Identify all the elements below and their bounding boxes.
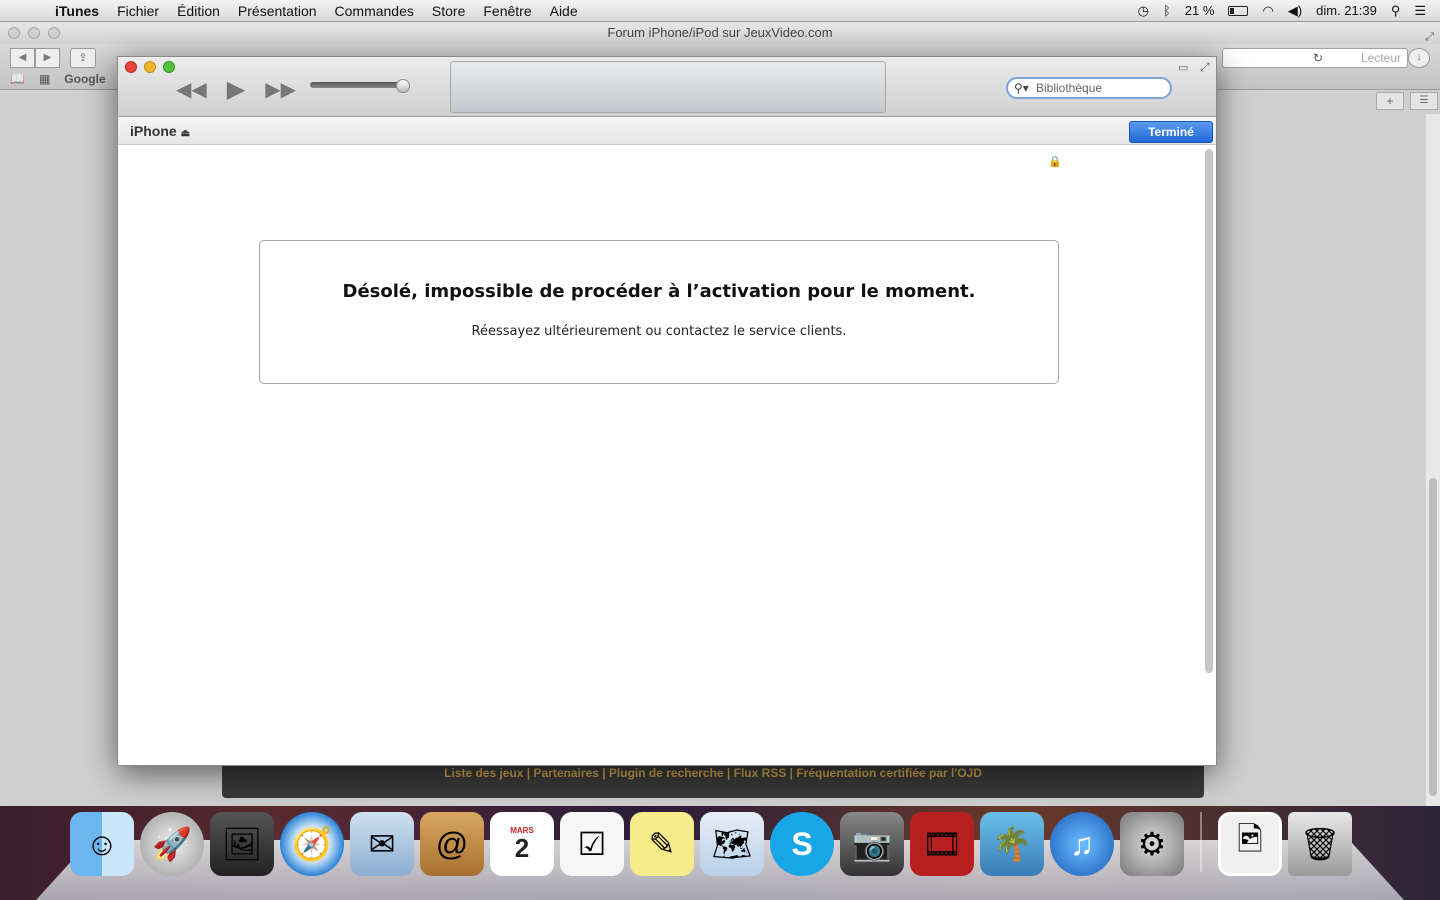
itunes-window: ◀◀ ▶ ▶▶ ⚲▾ Bibliothèque ▭ ⤢ iPhone ⏏ Term…	[117, 56, 1217, 766]
safari-window-title: Forum iPhone/iPod sur JeuxVideo.com	[607, 25, 833, 40]
volume-icon[interactable]: ◀)	[1288, 3, 1302, 19]
iphoto-icon[interactable]: 🌴	[980, 812, 1044, 876]
page-footer-links[interactable]: Liste des jeux | Partenaires | Plugin de…	[222, 764, 1204, 798]
menu-presentation[interactable]: Présentation	[229, 3, 326, 19]
dock-separator	[1200, 812, 1202, 872]
activation-content: 🔒 Désolé, impossible de procéder à l’act…	[118, 145, 1216, 765]
fast-forward-icon[interactable]: ▶▶	[265, 77, 296, 102]
error-subtitle: Réessayez ultérieurement ou contactez le…	[471, 324, 847, 339]
reading-list-icon[interactable]: 📖	[10, 72, 25, 86]
menu-bar: iTunes Fichier Édition Présentation Comm…	[0, 0, 1440, 22]
zoom-button[interactable]	[163, 61, 175, 73]
finder-icon[interactable]: ☺	[70, 812, 134, 876]
reminders-icon[interactable]: ☑	[560, 812, 624, 876]
menu-aide[interactable]: Aide	[541, 3, 587, 19]
notes-icon[interactable]: ✎	[630, 812, 694, 876]
rewind-icon[interactable]: ◀◀	[176, 77, 207, 102]
menu-store[interactable]: Store	[423, 3, 474, 19]
volume-slider[interactable]	[310, 82, 410, 88]
clock[interactable]: dim. 21:39	[1316, 3, 1377, 18]
safari-minimize-button[interactable]	[28, 27, 40, 39]
calendar-icon[interactable]: MARS 2	[490, 812, 554, 876]
skype-icon[interactable]: S	[770, 812, 834, 876]
safari-scroll-thumb[interactable]	[1429, 478, 1437, 796]
dock: ☺ 🚀 🖼 🧭 ✉ @ MARS 2 ☑ ✎ 🗺 S 📷 🎞 🌴 ♫ ⚙ 🖻 🗑	[70, 812, 1352, 876]
photo-booth-icon[interactable]: 🎞	[910, 812, 974, 876]
bookmarks-bar: 📖 ▦ Google	[10, 72, 106, 86]
sidebar-toggle-button[interactable]: ☰	[1410, 92, 1438, 110]
forward-button[interactable]: ▶	[35, 48, 60, 68]
menu-edition[interactable]: Édition	[168, 3, 229, 19]
menu-extras: ◷ ᛒ 21 % ◠ ◀) dim. 21:39 ⚲ ☰	[1138, 3, 1440, 19]
facetime-icon[interactable]: 📷	[840, 812, 904, 876]
wifi-icon[interactable]: ◠	[1262, 3, 1273, 19]
safari-nav-buttons: ◀ ▶	[10, 48, 60, 68]
fullscreen-icon[interactable]: ⤢	[1200, 60, 1210, 75]
new-tab-button[interactable]: +	[1376, 92, 1404, 110]
safari-scrollbar[interactable]	[1426, 114, 1440, 806]
system-preferences-icon[interactable]: ⚙	[1120, 812, 1184, 876]
search-icon: ⚲▾	[1014, 81, 1029, 95]
notification-center-icon[interactable]: ☰	[1414, 3, 1426, 19]
itunes-icon[interactable]: ♫	[1050, 812, 1114, 876]
device-bar: iPhone ⏏ Terminé	[118, 117, 1216, 145]
minimize-button[interactable]	[144, 61, 156, 73]
reader-button[interactable]: Lecteur	[1361, 49, 1401, 67]
downloads-stack-icon[interactable]: 🖻	[1218, 812, 1282, 876]
back-button[interactable]: ◀	[10, 48, 35, 68]
downloads-icon[interactable]: ↓	[1408, 48, 1430, 68]
eject-icon[interactable]: ⏏	[181, 128, 190, 139]
mail-icon[interactable]: ✉	[350, 812, 414, 876]
top-sites-icon[interactable]: ▦	[39, 72, 50, 86]
volume-knob[interactable]	[396, 79, 410, 93]
search-placeholder: Bibliothèque	[1036, 81, 1103, 95]
maps-icon[interactable]: 🗺	[700, 812, 764, 876]
menu-commandes[interactable]: Commandes	[326, 3, 423, 19]
reader-field[interactable]: ↻ Lecteur	[1222, 48, 1408, 68]
error-title: Désolé, impossible de procéder à l’activ…	[342, 281, 976, 302]
device-name[interactable]: iPhone ⏏	[130, 123, 190, 139]
launchpad-icon[interactable]: 🚀	[140, 812, 204, 876]
safari-window-controls	[8, 27, 60, 39]
bluetooth-icon[interactable]: ᛒ	[1163, 3, 1171, 18]
battery-icon[interactable]	[1228, 5, 1249, 16]
done-button[interactable]: Terminé	[1129, 121, 1213, 143]
content-scrollbar[interactable]	[1205, 149, 1213, 673]
reload-icon[interactable]: ↻	[1313, 49, 1323, 67]
close-button[interactable]	[125, 61, 137, 73]
device-label: iPhone	[130, 123, 177, 139]
safari-titlebar: Forum iPhone/iPod sur JeuxVideo.com ⤢	[0, 22, 1440, 44]
menu-app-itunes[interactable]: iTunes	[46, 3, 108, 19]
menu-fichier[interactable]: Fichier	[108, 3, 168, 19]
safari-zoom-button[interactable]	[48, 27, 60, 39]
activation-error-box: Désolé, impossible de procéder à l’activ…	[259, 240, 1059, 384]
safari-icon[interactable]: 🧭	[280, 812, 344, 876]
safari-close-button[interactable]	[8, 27, 20, 39]
share-icon[interactable]: ⇪	[70, 48, 96, 68]
lock-icon: 🔒	[1048, 156, 1062, 168]
preview-icon[interactable]: 🖼	[210, 812, 274, 876]
status-display	[450, 61, 886, 113]
bookmark-google[interactable]: Google	[64, 72, 105, 86]
play-icon[interactable]: ▶	[227, 75, 245, 104]
contacts-icon[interactable]: @	[420, 812, 484, 876]
playback-controls: ◀◀ ▶ ▶▶	[176, 75, 296, 104]
spotlight-icon[interactable]: ⚲	[1391, 3, 1401, 19]
itunes-window-controls	[125, 61, 175, 73]
battery-percent[interactable]: 21 %	[1185, 3, 1215, 18]
itunes-toolbar: ◀◀ ▶ ▶▶ ⚲▾ Bibliothèque ▭ ⤢	[118, 57, 1216, 117]
time-machine-icon[interactable]: ◷	[1138, 3, 1149, 19]
trash-icon[interactable]: 🗑	[1288, 812, 1352, 876]
calendar-day: 2	[514, 833, 530, 863]
mini-player-icon[interactable]: ▭	[1178, 61, 1188, 74]
library-search-input[interactable]: ⚲▾ Bibliothèque	[1006, 77, 1172, 99]
menu-fenetre[interactable]: Fenêtre	[474, 3, 540, 19]
